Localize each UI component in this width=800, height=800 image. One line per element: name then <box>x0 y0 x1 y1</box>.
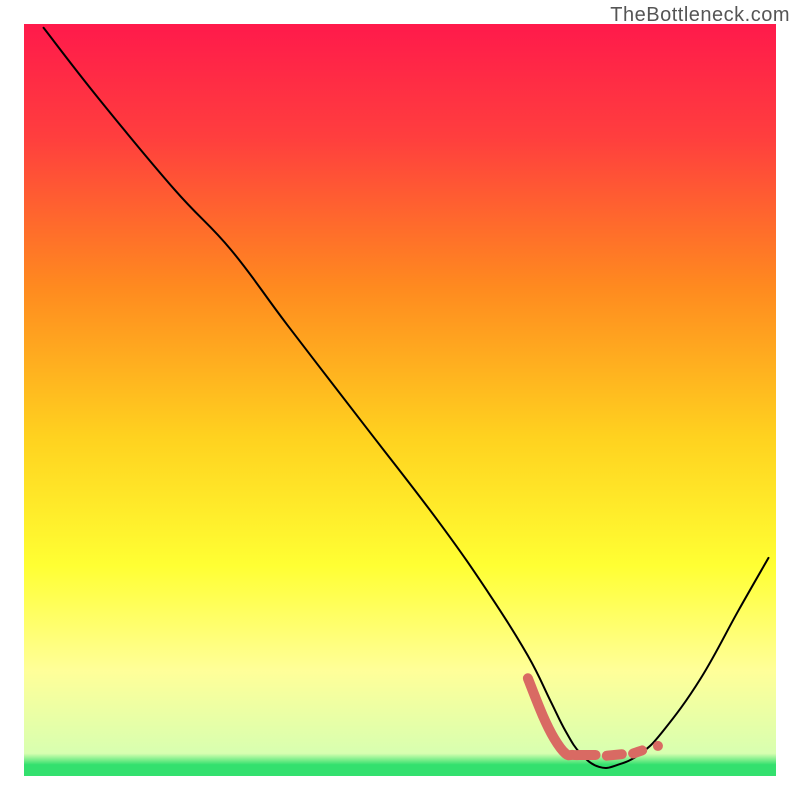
plot-area <box>24 24 776 776</box>
series-dash-2 <box>633 750 642 753</box>
series-dash-1 <box>607 754 622 756</box>
bottleneck-chart <box>0 0 800 800</box>
chart-background <box>24 24 776 776</box>
chart-container: TheBottleneck.com <box>0 0 800 800</box>
series-dot-1 <box>653 741 663 751</box>
